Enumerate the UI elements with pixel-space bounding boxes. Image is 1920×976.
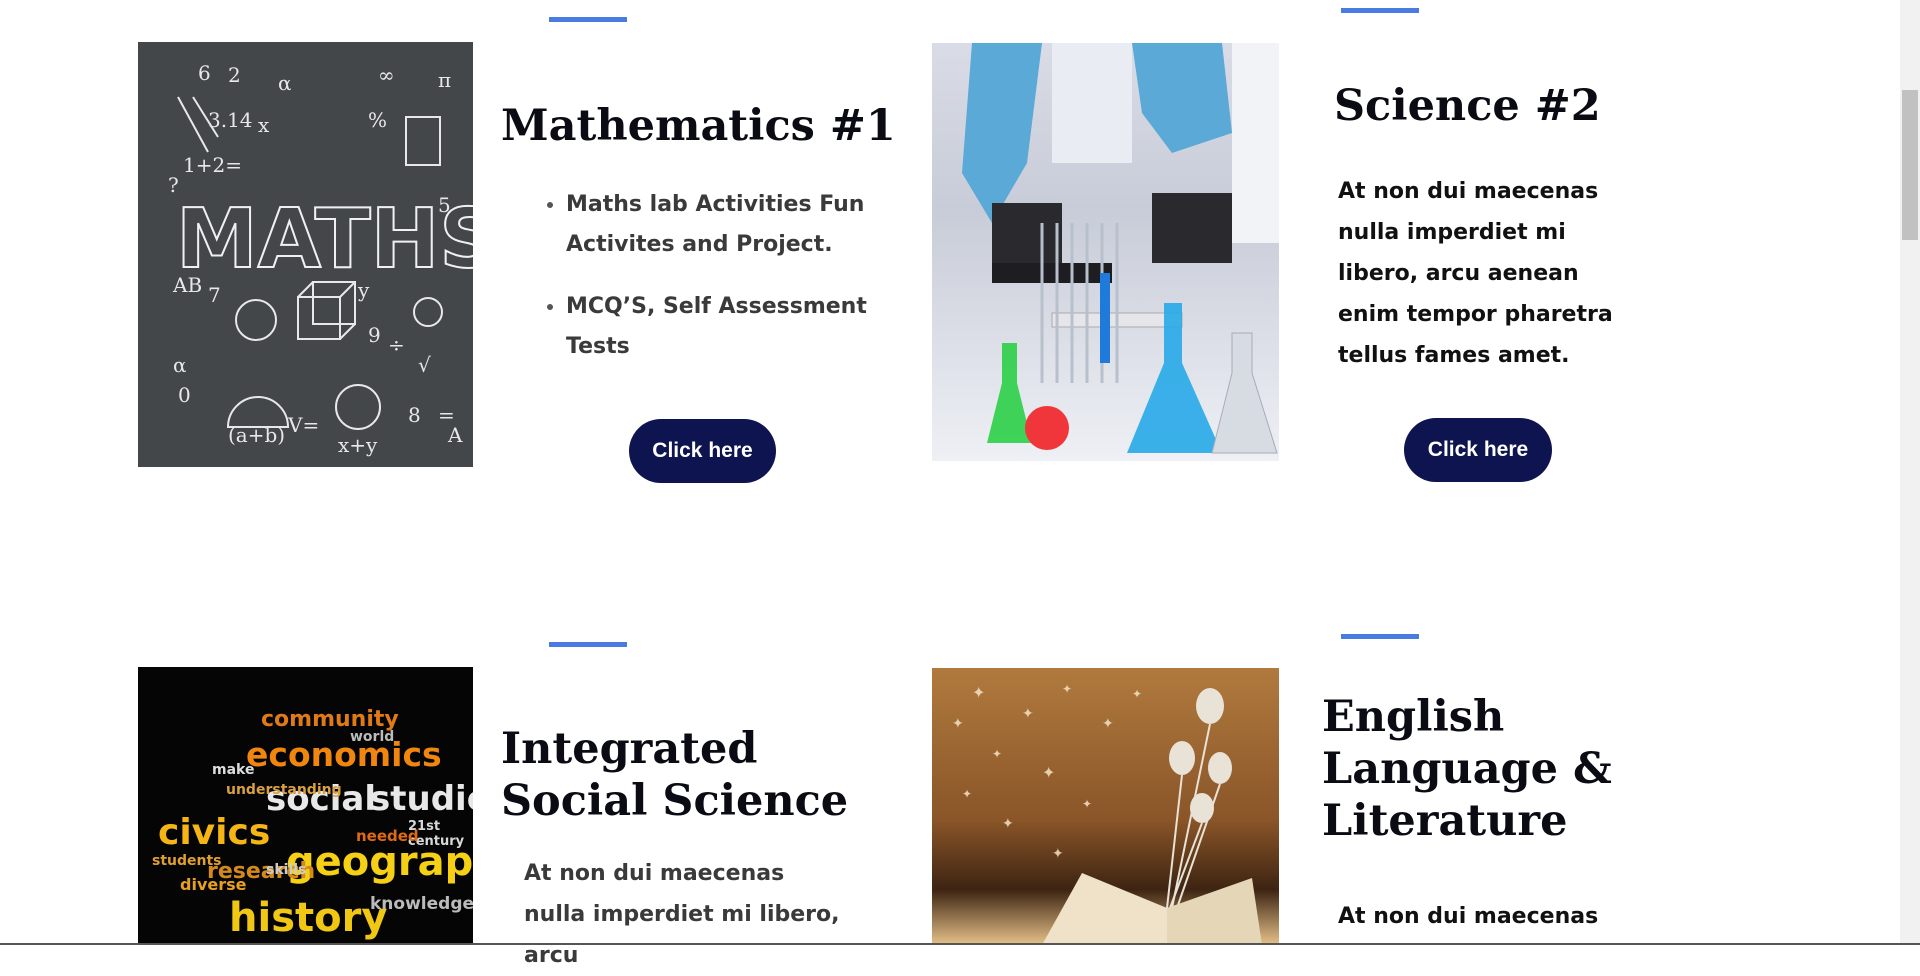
svg-text:÷: ÷ <box>388 333 405 357</box>
svg-text:✦: ✦ <box>972 683 985 702</box>
accent-line <box>549 642 627 647</box>
svg-text:✦: ✦ <box>992 747 1002 761</box>
svg-text:MATHS: MATHS <box>176 192 473 287</box>
svg-text:✦: ✦ <box>1082 797 1092 811</box>
card-title-english: English Language & Literature <box>1322 692 1612 846</box>
word-cloud-word: studies <box>370 779 473 819</box>
maths-feature-list: Maths lab Activities Fun Activites and P… <box>536 185 936 389</box>
svg-text:✦: ✦ <box>1002 816 1014 832</box>
svg-text:3.14: 3.14 <box>208 108 253 132</box>
word-cloud-word: students <box>152 853 222 869</box>
svg-text:0: 0 <box>178 383 191 407</box>
svg-text:5: 5 <box>438 193 451 217</box>
svg-text:π: π <box>438 68 451 92</box>
svg-text:x+y: x+y <box>338 433 378 457</box>
english-description: At non dui maecenas <box>1338 904 1599 929</box>
svg-text:A: A <box>447 423 463 447</box>
list-item: MCQ’S, Self Assessment Tests <box>566 287 936 367</box>
svg-text:✦: ✦ <box>1022 706 1034 722</box>
svg-text:α: α <box>278 71 292 95</box>
svg-text:α: α <box>173 353 187 377</box>
word-cloud-word: skills <box>266 862 307 878</box>
word-cloud-word: make <box>212 762 255 778</box>
accent-line <box>1341 8 1419 13</box>
word-cloud-word: history <box>229 895 388 941</box>
svg-text:✦: ✦ <box>952 716 964 732</box>
mathematics-click-here-button[interactable]: Click here <box>629 419 776 483</box>
svg-text:✦: ✦ <box>1102 716 1114 732</box>
science-lab-glassware-image <box>932 43 1279 461</box>
svg-text:V=: V= <box>287 413 319 437</box>
svg-text:(a+b): (a+b) <box>228 423 285 447</box>
science-click-here-button[interactable]: Click here <box>1404 418 1552 482</box>
word-cloud-word: understanding <box>226 782 342 798</box>
card-title-science: Science #2 <box>1334 81 1601 131</box>
svg-text:∞: ∞ <box>378 63 395 87</box>
social-studies-word-cloud-image: community economics social studies civic… <box>138 667 473 945</box>
svg-text:y: y <box>357 278 370 302</box>
svg-text:√: √ <box>418 353 431 377</box>
word-cloud-word: diverse <box>180 875 247 894</box>
word-cloud-word: world <box>350 729 395 745</box>
scrollbar-thumb[interactable] <box>1902 90 1918 240</box>
word-cloud-word: knowledge <box>370 894 473 914</box>
svg-text:8: 8 <box>408 403 421 427</box>
svg-text:✦: ✦ <box>962 787 972 801</box>
svg-text:AB: AB <box>172 273 202 297</box>
list-item: Maths lab Activities Fun Activites and P… <box>566 185 936 265</box>
svg-text:6: 6 <box>198 61 211 85</box>
svg-text:✦: ✦ <box>1132 687 1142 701</box>
accent-line <box>1341 634 1419 639</box>
word-cloud-word: economics <box>246 735 442 774</box>
maths-chalkboard-image: MATHS 62 α 3.14 x% 1+2= π ∞ ? AB 7 y 9 ÷ α 0 <box>138 42 473 467</box>
science-description: At non dui maecenas nulla imperdiet mi l… <box>1338 179 1613 368</box>
social-science-description: At non dui maecenas nulla imperdiet mi l… <box>524 861 840 968</box>
svg-text:?: ? <box>168 173 179 197</box>
word-cloud-word: civics <box>158 812 271 853</box>
svg-text:✦: ✦ <box>1062 682 1072 696</box>
svg-text:%: % <box>368 108 387 132</box>
open-book-butterflies-image: ✦ ✦ ✦ ✦ ✦ ✦ ✦ ✦ ✦ ✦ ✦ ✦ <box>932 668 1279 945</box>
svg-text:1+2=: 1+2= <box>183 153 242 177</box>
vertical-scrollbar[interactable] <box>1900 0 1920 945</box>
svg-text:✦: ✦ <box>1052 846 1064 862</box>
card-title-mathematics: Mathematics #1 <box>501 101 896 151</box>
card-title-social-science: Integrated Social Science <box>501 724 849 827</box>
svg-text:x: x <box>258 113 270 137</box>
accent-line <box>549 17 627 22</box>
svg-text:✦: ✦ <box>1042 763 1055 782</box>
svg-text:2: 2 <box>228 63 241 87</box>
word-cloud-word: needed <box>356 827 419 845</box>
svg-text:9: 9 <box>368 323 381 347</box>
svg-text:7: 7 <box>208 283 221 307</box>
